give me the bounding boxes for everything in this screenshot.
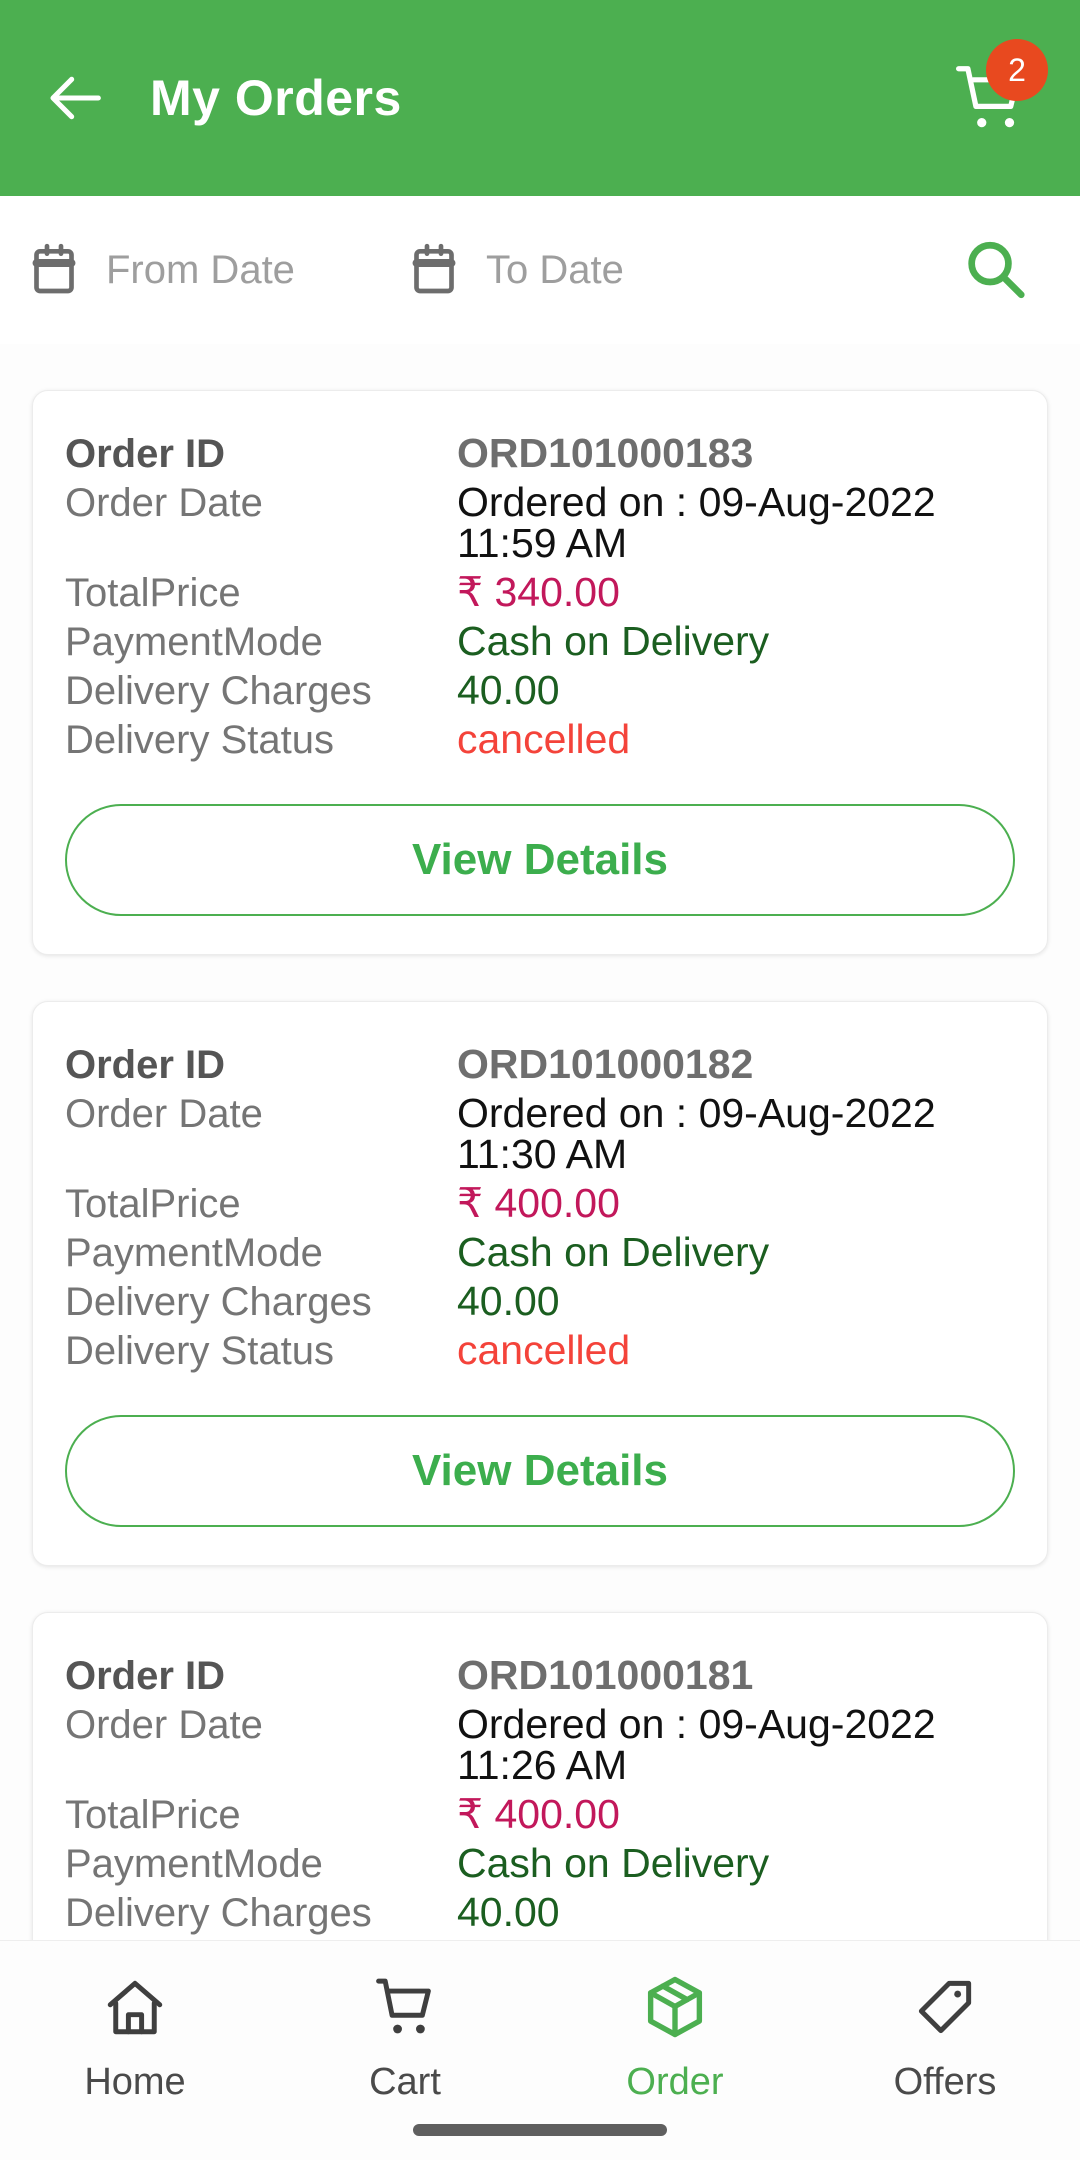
order-id-label: Order ID <box>65 432 226 476</box>
order-card[interactable]: Order ID ORD101000183 Order Date Ordered… <box>32 390 1048 955</box>
nav-label-cart: Cart <box>369 2061 441 2103</box>
order-date-label: Order Date <box>65 1092 263 1136</box>
to-date-field[interactable]: To Date <box>406 242 796 298</box>
delivery-charges-label: Delivery Charges <box>65 1280 372 1324</box>
order-id-value: ORD101000181 <box>457 1652 754 1698</box>
app-screen: My Orders 2 From Date To Date Order ID O… <box>0 0 1080 2160</box>
order-id-row: Order ID ORD101000181 <box>65 1652 1015 1698</box>
delivery-charges-label: Delivery Charges <box>65 1891 372 1935</box>
delivery-charges-value: 40.00 <box>457 1889 560 1935</box>
payment-mode-label: PaymentMode <box>65 1231 323 1275</box>
delivery-charges-row: Delivery Charges 40.00 <box>65 1278 1015 1324</box>
from-date-field[interactable]: From Date <box>26 242 426 298</box>
from-date-placeholder: From Date <box>106 247 295 292</box>
order-card[interactable]: Order ID ORD101000182 Order Date Ordered… <box>32 1001 1048 1566</box>
order-date-row: Order Date Ordered on : 09-Aug-2022 11:2… <box>65 1704 1015 1786</box>
delivery-charges-value: 40.00 <box>457 667 560 713</box>
status-badge: cancelled <box>457 1327 631 1373</box>
payment-mode-value: Cash on Delivery <box>457 1229 770 1275</box>
to-date-placeholder: To Date <box>486 247 624 292</box>
delivery-status-label: Delivery Status <box>65 718 334 762</box>
package-icon <box>647 1976 703 2038</box>
order-card[interactable]: Order ID ORD101000181 Order Date Ordered… <box>32 1612 1048 1940</box>
delivery-charges-value: 40.00 <box>457 1278 560 1324</box>
search-icon <box>968 241 1025 299</box>
bottom-navigation: Home Cart Order Offers <box>0 1940 1080 2160</box>
cart-badge: 2 <box>986 39 1048 101</box>
nav-label-offers: Offers <box>893 2061 997 2103</box>
payment-mode-row: PaymentMode Cash on Delivery <box>65 618 1015 664</box>
payment-mode-value: Cash on Delivery <box>457 1840 770 1886</box>
search-button[interactable] <box>950 225 1040 315</box>
package-icon-wrap <box>641 1969 709 2045</box>
arrow-left-icon <box>50 76 101 120</box>
tag-icon-wrap <box>912 1969 978 2045</box>
order-date-value: Ordered on : 09-Aug-2022 11:30 AM <box>457 1090 936 1177</box>
view-details-button[interactable]: View Details <box>65 1415 1015 1527</box>
cart-button[interactable]: 2 <box>936 39 1048 153</box>
delivery-status-row: Delivery Status cancelled <box>65 716 1015 762</box>
order-date-row: Order Date Ordered on : 09-Aug-2022 11:5… <box>65 482 1015 564</box>
payment-mode-row: PaymentMode Cash on Delivery <box>65 1840 1015 1886</box>
payment-mode-row: PaymentMode Cash on Delivery <box>65 1229 1015 1275</box>
nav-item-cart[interactable]: Cart <box>270 1969 540 2104</box>
home-icon <box>107 1980 163 2035</box>
total-price-row: TotalPrice ₹ 400.00 <box>65 1180 1015 1226</box>
page-title: My Orders <box>150 70 402 126</box>
home-icon-wrap <box>102 1969 168 2045</box>
delivery-status-row: Delivery Status cancelled <box>65 1327 1015 1373</box>
order-id-value: ORD101000182 <box>457 1041 754 1087</box>
order-id-row: Order ID ORD101000182 <box>65 1041 1015 1087</box>
total-price-label: TotalPrice <box>65 571 241 615</box>
nav-item-order[interactable]: Order <box>540 1969 810 2104</box>
date-filter-row: From Date To Date <box>0 196 1080 344</box>
cart-icon-wrap <box>372 1969 438 2045</box>
total-price-row: TotalPrice ₹ 340.00 <box>65 569 1015 615</box>
payment-mode-value: Cash on Delivery <box>457 618 770 664</box>
back-button[interactable] <box>34 55 120 141</box>
payment-mode-label: PaymentMode <box>65 1842 323 1886</box>
view-details-button[interactable]: View Details <box>65 804 1015 916</box>
delivery-charges-row: Delivery Charges 40.00 <box>65 1889 1015 1935</box>
order-id-value: ORD101000183 <box>457 430 754 476</box>
nav-label-home: Home <box>84 2061 186 2103</box>
nav-item-offers[interactable]: Offers <box>810 1969 1080 2104</box>
delivery-status-label: Delivery Status <box>65 1329 334 1373</box>
total-price-label: TotalPrice <box>65 1182 241 1226</box>
order-id-row: Order ID ORD101000183 <box>65 430 1015 476</box>
total-price-value: ₹ 400.00 <box>457 1791 620 1837</box>
total-price-value: ₹ 340.00 <box>457 569 620 615</box>
cart-icon <box>376 1978 431 2034</box>
calendar-icon <box>412 243 456 294</box>
delivery-charges-label: Delivery Charges <box>65 669 372 713</box>
order-date-row: Order Date Ordered on : 09-Aug-2022 11:3… <box>65 1093 1015 1175</box>
total-price-label: TotalPrice <box>65 1793 241 1837</box>
order-id-label: Order ID <box>65 1654 226 1698</box>
order-date-value: Ordered on : 09-Aug-2022 11:26 AM <box>457 1701 936 1788</box>
order-date-label: Order Date <box>65 1703 263 1747</box>
delivery-charges-row: Delivery Charges 40.00 <box>65 667 1015 713</box>
tag-icon <box>918 1980 972 2034</box>
total-price-value: ₹ 400.00 <box>457 1180 620 1226</box>
nav-label-order: Order <box>626 2061 724 2103</box>
order-date-value: Ordered on : 09-Aug-2022 11:59 AM <box>457 479 936 566</box>
app-bar: My Orders 2 <box>0 0 1080 196</box>
orders-list[interactable]: Order ID ORD101000183 Order Date Ordered… <box>0 344 1080 1940</box>
total-price-row: TotalPrice ₹ 400.00 <box>65 1791 1015 1837</box>
gesture-bar[interactable] <box>413 2124 667 2136</box>
order-id-label: Order ID <box>65 1043 226 1087</box>
payment-mode-label: PaymentMode <box>65 620 323 664</box>
status-badge: cancelled <box>457 716 631 762</box>
calendar-icon <box>32 243 76 294</box>
order-date-label: Order Date <box>65 481 263 525</box>
nav-item-home[interactable]: Home <box>0 1969 270 2104</box>
